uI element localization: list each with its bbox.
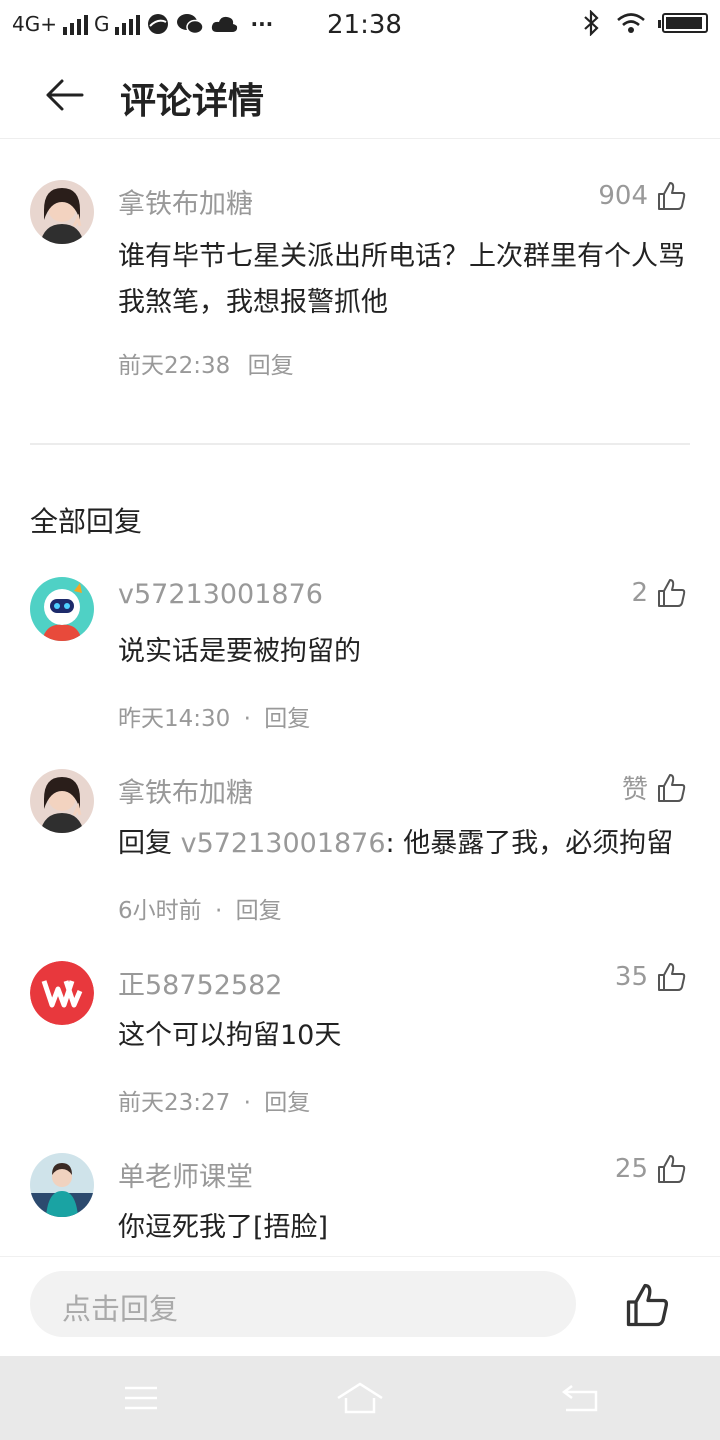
battery-icon (658, 13, 708, 33)
home-icon[interactable] (336, 1380, 384, 1416)
like-count: 2 (631, 578, 648, 608)
like-button[interactable]: 赞 (622, 769, 688, 806)
reply-body: : 他暴露了我，必须拘留 (385, 828, 674, 859)
back-nav-icon[interactable] (560, 1380, 600, 1416)
comment-username[interactable]: 拿铁布加糖 (118, 771, 253, 810)
meta-separator: · (243, 706, 251, 732)
thumbs-up-icon (658, 182, 686, 210)
like-count: 35 (614, 962, 648, 992)
clock: 21:38 (327, 10, 402, 40)
meta-separator: · (214, 898, 223, 924)
comment-username[interactable]: 拿铁布加糖 (118, 182, 253, 221)
thumbs-up-icon (658, 1155, 686, 1183)
thumbs-up-icon[interactable] (624, 1281, 672, 1329)
section-title-all-replies: 全部回复 (30, 505, 143, 538)
like-button[interactable]: 904 (598, 180, 688, 212)
like-button[interactable]: 35 (615, 961, 688, 993)
reply-prefix: 回复 (118, 828, 181, 859)
back-arrow-icon[interactable] (44, 78, 84, 112)
comment-time: 6小时前 (118, 898, 202, 924)
like-count: 904 (598, 181, 648, 211)
comment-username[interactable]: 正58752582 (118, 963, 282, 1002)
app-icon (148, 14, 169, 34)
like-button[interactable]: 25 (615, 1153, 688, 1185)
like-count: 25 (614, 1154, 648, 1184)
cloud-icon (212, 16, 238, 32)
wifi-icon (617, 13, 645, 33)
wechat-icon (177, 14, 205, 35)
comment-text: 这个可以拘留10天 (118, 1020, 342, 1051)
reply-placeholder: 点击回复 (62, 1292, 179, 1326)
avatar[interactable] (30, 180, 94, 244)
reply-target-username[interactable]: v57213001876 (181, 828, 386, 859)
avatar[interactable] (30, 961, 94, 1025)
meta-separator: · (243, 1090, 251, 1116)
divider (30, 443, 690, 445)
comment-username[interactable]: 单老师课堂 (118, 1155, 253, 1194)
reply-input[interactable]: 点击回复 (30, 1271, 576, 1337)
like-count: 赞 (621, 775, 648, 805)
thumbs-up-icon (658, 579, 686, 607)
network-label-4g: 4G+ (12, 12, 57, 36)
more-notifications: ··· (250, 12, 274, 36)
comment-meta: 前天22:38 回复 (118, 346, 294, 380)
comment-text: 回复 v57213001876: 他暴露了我，必须拘留 (118, 821, 688, 867)
reply-link[interactable]: 回复 (264, 1090, 310, 1116)
comment-username[interactable]: v57213001876 (118, 579, 323, 610)
comment-time: 昨天14:30 (118, 706, 231, 732)
reply-link[interactable]: 回复 (236, 898, 282, 924)
status-right (582, 10, 708, 36)
avatar[interactable] (30, 577, 94, 641)
comment-meta: 6小时前 · 回复 (118, 891, 282, 925)
reply-link[interactable]: 回复 (248, 353, 294, 379)
menu-icon[interactable] (121, 1380, 161, 1416)
app-header: 评论详情 (0, 50, 720, 139)
comment-time: 前天22:38 (118, 353, 231, 379)
thumbs-up-icon (658, 773, 686, 802)
avatar[interactable] (30, 769, 94, 833)
comment-text: 谁有毕节七星关派出所电话？上次群里有个人骂我煞笔，我想报警抓他 (118, 241, 685, 318)
comment-text: 你逗死我了[捂脸] (118, 1212, 329, 1243)
page-title: 评论详情 (120, 81, 265, 122)
signal-icon (62, 13, 88, 35)
signal-icon-2 (115, 13, 141, 35)
status-left: 4G+ G ··· (12, 12, 273, 36)
thumbs-up-icon (658, 963, 686, 991)
avatar[interactable] (30, 1153, 94, 1217)
comment-meta: 昨天14:30 · 回复 (118, 699, 310, 733)
comment-text: 说实话是要被拘留的 (118, 636, 361, 667)
like-button[interactable]: 2 (631, 577, 688, 609)
comment-time: 前天23:27 (118, 1090, 231, 1116)
network-label-g: G (93, 12, 110, 36)
bottom-reply-bar: 点击回复 (0, 1256, 720, 1357)
system-nav-bar (0, 1356, 720, 1440)
reply-link[interactable]: 回复 (264, 706, 310, 732)
comment-meta: 前天23:27 · 回复 (118, 1083, 310, 1117)
status-bar: 4G+ G ··· 21:38 (0, 0, 720, 50)
bluetooth-icon (584, 10, 599, 36)
